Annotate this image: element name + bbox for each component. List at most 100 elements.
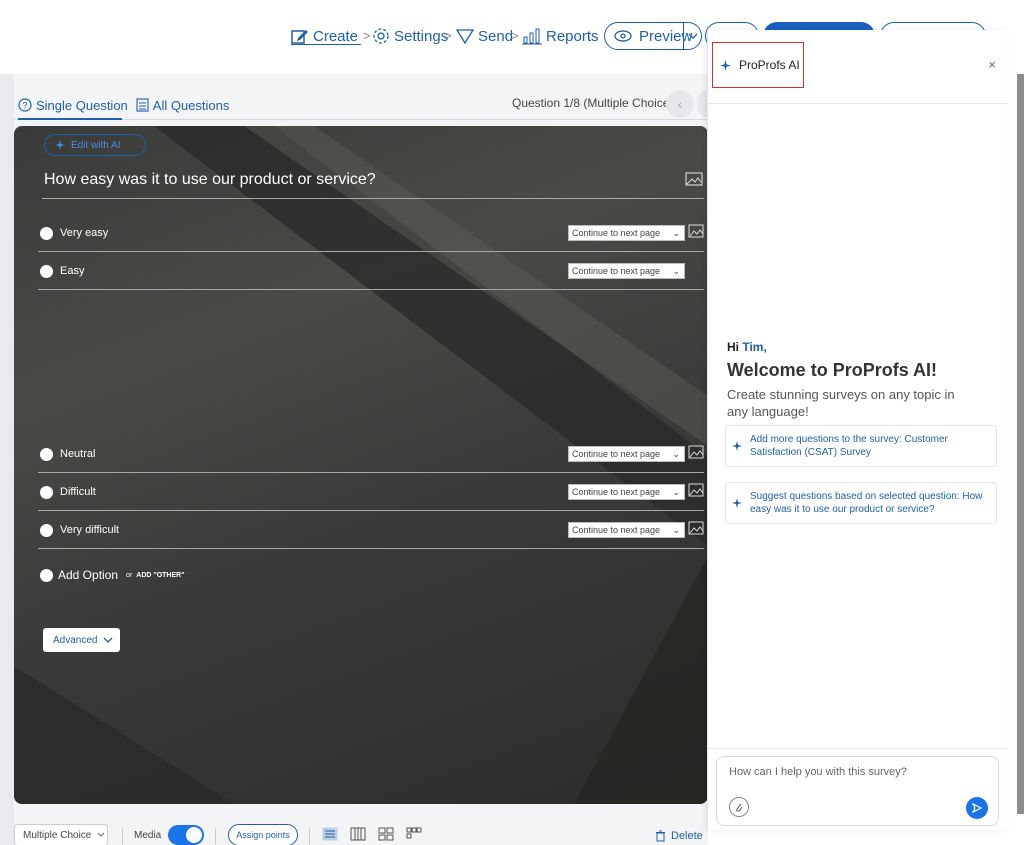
option-underline: [38, 251, 704, 252]
chevron-down-icon: ⌄: [672, 266, 680, 276]
nav-settings[interactable]: Settings: [372, 24, 448, 48]
chevron-down-icon: [98, 832, 105, 837]
delete-label: Delete: [671, 830, 703, 842]
branch-select[interactable]: Continue to next page ⌄: [568, 225, 685, 241]
option-label[interactable]: Very easy: [60, 227, 108, 239]
branch-select[interactable]: Continue to next page ⌄: [568, 263, 685, 279]
answer-option: Neutral Continue to next page ⌄: [38, 442, 704, 473]
chevron-down-icon: ⌄: [672, 228, 680, 238]
media-toggle[interactable]: [168, 825, 204, 845]
question-view-tabs: ? Single Question All Questions: [18, 93, 237, 117]
answer-option: Difficult Continue to next page ⌄: [38, 480, 704, 511]
radio-button[interactable]: [40, 524, 53, 537]
nav-reports-label: Reports: [546, 27, 599, 45]
nav-active-indicator: [291, 44, 361, 45]
ai-suggestion[interactable]: Add more questions to the survey: Custom…: [725, 425, 997, 467]
tab-all-questions[interactable]: All Questions: [136, 98, 229, 113]
ai-panel-header: ProProfs AI ×: [708, 30, 1008, 104]
chevron-down-icon: [104, 637, 113, 643]
ai-greeting: Hi Tim,: [727, 340, 767, 354]
ai-suggestion[interactable]: Suggest questions based on selected ques…: [725, 482, 997, 524]
branch-select[interactable]: Continue to next page ⌄: [568, 446, 685, 462]
ai-welcome-subtitle: Create stunning surveys on any topic in …: [727, 387, 955, 419]
toolbar-divider: [309, 828, 310, 844]
ai-input-placeholder: How can I help you with this survey?: [729, 766, 907, 778]
preview-dropdown-toggle[interactable]: [683, 23, 701, 49]
nav-settings-label: Settings: [394, 27, 449, 45]
ai-assistant-panel: ProProfs AI × Hi Tim, Welcome to ProProf…: [707, 30, 1008, 830]
radio-button[interactable]: [40, 448, 53, 461]
answer-option: Very difficult Continue to next page ⌄: [38, 518, 704, 549]
option-label[interactable]: Difficult: [60, 486, 96, 498]
advanced-label: Advanced: [53, 634, 98, 646]
send-icon: [456, 29, 474, 45]
radio-button[interactable]: [40, 265, 53, 278]
option-label[interactable]: Very difficult: [60, 524, 119, 536]
bar-chart-icon: [522, 28, 542, 45]
list-icon: [136, 98, 149, 112]
attach-button[interactable]: [729, 797, 749, 817]
image-icon[interactable]: [688, 521, 704, 535]
edit-with-ai-button[interactable]: Edit with AI: [44, 134, 146, 156]
nav-separator: >: [363, 28, 371, 43]
option-underline: [38, 472, 704, 473]
toggle-knob: [186, 827, 202, 843]
layout-tiles-icon[interactable]: [406, 827, 422, 841]
branch-select-value: Continue to next page: [572, 487, 661, 497]
ai-footer-divider: [708, 748, 1008, 749]
add-other-link[interactable]: ADD "OTHER": [136, 572, 184, 579]
sparkle-icon: [720, 59, 731, 71]
question-circle-icon: ?: [18, 98, 32, 112]
image-icon[interactable]: [688, 224, 704, 238]
close-icon[interactable]: ×: [988, 57, 996, 72]
delete-button[interactable]: Delete: [655, 830, 703, 842]
branch-select-value: Continue to next page: [572, 266, 661, 276]
question-title[interactable]: How easy was it to use our product or se…: [44, 171, 376, 189]
radio-button[interactable]: [40, 227, 53, 240]
tab-single-question[interactable]: ? Single Question: [18, 98, 128, 113]
question-type-select[interactable]: Multiple Choice: [14, 824, 108, 845]
nav-send[interactable]: Send: [456, 24, 513, 48]
preview-button[interactable]: Preview: [604, 22, 702, 50]
nav-separator: >: [444, 28, 452, 43]
tab-single-label: Single Question: [36, 97, 128, 113]
layout-columns-icon[interactable]: [350, 827, 366, 841]
radio-button: [40, 568, 53, 582]
option-label[interactable]: Neutral: [60, 448, 95, 460]
ai-suggestion-text: Add more questions to the survey: Custom…: [750, 434, 948, 458]
prev-question-button[interactable]: ‹: [666, 90, 694, 118]
assign-points-label: Assign points: [236, 830, 290, 840]
branch-select-value: Continue to next page: [572, 449, 661, 459]
page-scrollbar[interactable]: [1017, 74, 1024, 814]
option-underline: [38, 510, 704, 511]
layout-rows-icon[interactable]: [322, 827, 338, 841]
advanced-button[interactable]: Advanced: [43, 628, 120, 652]
chevron-down-icon: ⌄: [672, 525, 680, 535]
ai-chat-input[interactable]: How can I help you with this survey?: [716, 756, 999, 826]
ai-suggestion-text: Suggest questions based on selected ques…: [750, 491, 983, 515]
branch-select[interactable]: Continue to next page ⌄: [568, 484, 685, 500]
question-title-underline: [42, 198, 704, 199]
layout-grid-icon[interactable]: [378, 827, 394, 841]
send-button[interactable]: [966, 797, 988, 819]
image-icon[interactable]: [688, 445, 704, 459]
branch-select-value: Continue to next page: [572, 525, 661, 535]
image-icon[interactable]: [685, 172, 703, 186]
option-label[interactable]: Easy: [60, 265, 84, 277]
radio-button[interactable]: [40, 486, 53, 499]
greeting-name: Tim,: [742, 340, 767, 354]
chevron-down-icon: [688, 33, 697, 39]
branch-select-value: Continue to next page: [572, 228, 661, 238]
branch-select[interactable]: Continue to next page ⌄: [568, 522, 685, 538]
assign-points-button[interactable]: Assign points: [228, 824, 298, 845]
question-type-value: Multiple Choice: [23, 829, 92, 841]
paperclip-icon: [736, 803, 743, 812]
svg-text:?: ?: [22, 101, 27, 111]
chevron-down-icon: ⌄: [672, 449, 680, 459]
answer-option: Very easy Continue to next page ⌄: [38, 221, 704, 252]
or-text: or: [126, 571, 133, 579]
add-option-link[interactable]: Add Option: [58, 568, 118, 582]
image-icon[interactable]: [688, 483, 704, 497]
nav-reports[interactable]: Reports: [522, 24, 599, 48]
chevron-down-icon: ⌄: [672, 487, 680, 497]
